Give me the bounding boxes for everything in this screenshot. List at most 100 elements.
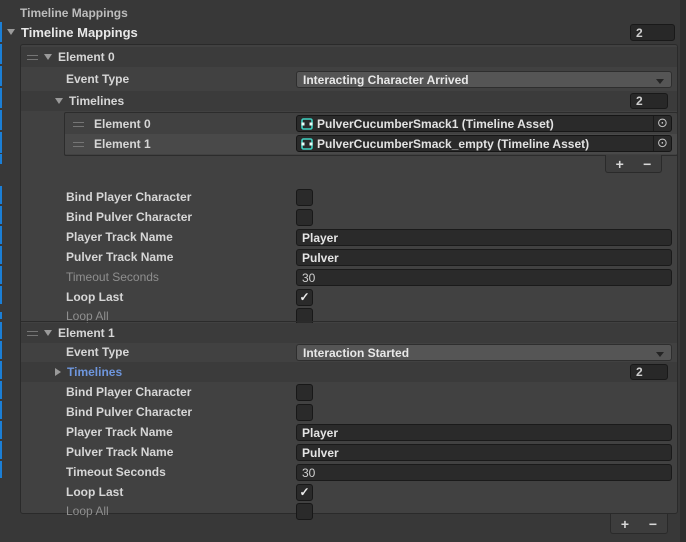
object-picker-icon[interactable]: ⊙ [653, 136, 671, 151]
timeline-object-field[interactable]: PulverCucumberSmack1 (Timeline Asset) ⊙ [296, 115, 672, 132]
event-type-dropdown[interactable]: Interaction Started [296, 344, 672, 361]
pulver-track-label: Pulver Track Name [66, 445, 173, 459]
element0-bind-player-row: Bind Player Character [21, 187, 677, 207]
event-type-label: Event Type [66, 72, 129, 86]
override-indicator [0, 44, 2, 64]
override-indicator [0, 381, 2, 399]
bind-player-checkbox[interactable] [296, 384, 313, 401]
timelines-list-footer: + − [605, 155, 662, 173]
property-label-row: Timeline Mappings [0, 3, 686, 23]
timelines-label[interactable]: Timelines [67, 365, 122, 379]
element0-pulver-track-row: Pulver Track Name Pulver [21, 247, 677, 267]
bind-player-label: Bind Player Character [66, 190, 191, 204]
timelines-size-field[interactable]: 2 [630, 93, 668, 109]
bind-pulver-label: Bind Pulver Character [66, 405, 192, 419]
loop-last-checkbox[interactable]: ✓ [296, 289, 313, 306]
element0-title[interactable]: Element 0 [58, 50, 115, 64]
override-indicator [0, 322, 2, 339]
loop-last-checkbox[interactable]: ✓ [296, 484, 313, 501]
element1-pulver-track-row: Pulver Track Name Pulver [21, 442, 677, 462]
timeline-item-row[interactable]: Element 0 PulverCucumberSmack1 (Timeline… [65, 114, 677, 134]
event-type-label: Event Type [66, 345, 129, 359]
unity-inspector-panel: Timeline Mappings Timeline Mappings 2 El… [0, 0, 686, 542]
foldout-open-icon[interactable] [44, 330, 52, 336]
override-indicator [0, 266, 2, 284]
timelines-label[interactable]: Timelines [69, 94, 124, 108]
property-label: Timeline Mappings [20, 6, 128, 20]
element1-loop-last-row: Loop Last ✓ [21, 482, 677, 502]
element0-header-row[interactable]: Element 0 [21, 47, 677, 67]
player-track-label: Player Track Name [66, 425, 173, 439]
foldout-closed-icon[interactable] [55, 368, 61, 376]
override-indicator [0, 88, 2, 108]
element0-bind-pulver-row: Bind Pulver Character [21, 207, 677, 227]
timeline-asset-icon [301, 118, 313, 130]
override-indicator [0, 461, 2, 478]
timeline-object-name: PulverCucumberSmack_empty (Timeline Asse… [317, 137, 589, 151]
element0-timeout-row: Timeout Seconds 30 [21, 267, 677, 287]
bind-pulver-checkbox[interactable] [296, 209, 313, 226]
element1-loop-all-row: Loop All [21, 501, 677, 521]
element1-timelines-header[interactable]: Timelines 2 [21, 362, 677, 382]
timelines-size-field[interactable]: 2 [630, 364, 668, 380]
override-indicator [0, 361, 2, 379]
player-track-input[interactable]: Player [296, 424, 672, 441]
player-track-input[interactable]: Player [296, 229, 672, 246]
element0-loop-last-row: Loop Last ✓ [21, 287, 677, 307]
add-button[interactable]: + [607, 156, 633, 172]
element1-bind-player-row: Bind Player Character [21, 382, 677, 402]
list-title[interactable]: Timeline Mappings [21, 25, 138, 40]
dropdown-arrow-icon [656, 79, 664, 84]
override-indicator [0, 401, 2, 419]
foldout-open-icon[interactable] [7, 29, 15, 35]
element0-timelines-header[interactable]: Timelines 2 [21, 91, 677, 111]
override-indicator [0, 286, 2, 304]
override-indicator [0, 154, 2, 164]
list-container: Element 0 Event Type Interacting Charact… [20, 44, 678, 514]
drag-handle-icon[interactable] [73, 142, 84, 147]
object-picker-icon[interactable]: ⊙ [653, 116, 671, 131]
pulver-track-input[interactable]: Pulver [296, 444, 672, 461]
inspector-right-gutter [680, 0, 686, 542]
add-element-button[interactable]: + [612, 516, 638, 532]
remove-element-button[interactable]: − [640, 516, 666, 532]
override-indicator [0, 441, 2, 459]
override-indicator [0, 246, 2, 264]
timeline-item-row[interactable]: Element 1 PulverCucumberSmack_empty (Tim… [65, 134, 677, 154]
pulver-track-input[interactable]: Pulver [296, 249, 672, 266]
loop-last-label: Loop Last [66, 485, 123, 499]
event-type-value: Interacting Character Arrived [303, 73, 469, 87]
element1-header-row[interactable]: Element 1 [21, 323, 677, 343]
foldout-open-icon[interactable] [55, 98, 63, 104]
element0-event-type-row: Event Type Interacting Character Arrived [21, 69, 677, 89]
element1-title[interactable]: Element 1 [58, 326, 115, 340]
bind-pulver-checkbox[interactable] [296, 404, 313, 421]
event-type-dropdown[interactable]: Interacting Character Arrived [296, 71, 672, 88]
list-footer: + − [610, 514, 668, 534]
timeline-item-label: Element 1 [94, 137, 151, 151]
loop-last-label: Loop Last [66, 290, 123, 304]
drag-handle-icon[interactable] [73, 122, 84, 127]
timeline-object-name: PulverCucumberSmack1 (Timeline Asset) [317, 117, 554, 131]
bind-player-checkbox[interactable] [296, 189, 313, 206]
timeline-object-field[interactable]: PulverCucumberSmack_empty (Timeline Asse… [296, 135, 672, 152]
override-indicator [0, 226, 2, 244]
override-indicator [0, 66, 2, 86]
timeline-item-label: Element 0 [94, 117, 151, 131]
drag-handle-icon[interactable] [27, 331, 38, 336]
element0-player-track-row: Player Track Name Player [21, 227, 677, 247]
override-indicator [0, 110, 2, 130]
loop-all-checkbox[interactable] [296, 503, 313, 520]
array-size-field[interactable]: 2 [630, 24, 675, 41]
timeout-input[interactable]: 30 [296, 464, 672, 481]
loop-all-label: Loop All [66, 504, 109, 518]
player-track-label: Player Track Name [66, 230, 173, 244]
drag-handle-icon[interactable] [27, 55, 38, 60]
element1-bind-pulver-row: Bind Pulver Character [21, 402, 677, 422]
timelines-list-box: Element 0 PulverCucumberSmack1 (Timeline… [64, 112, 678, 156]
remove-button[interactable]: − [634, 156, 660, 172]
timeout-input[interactable]: 30 [296, 269, 672, 286]
bind-player-label: Bind Player Character [66, 385, 191, 399]
dropdown-arrow-icon [656, 352, 664, 357]
foldout-open-icon[interactable] [44, 54, 52, 60]
